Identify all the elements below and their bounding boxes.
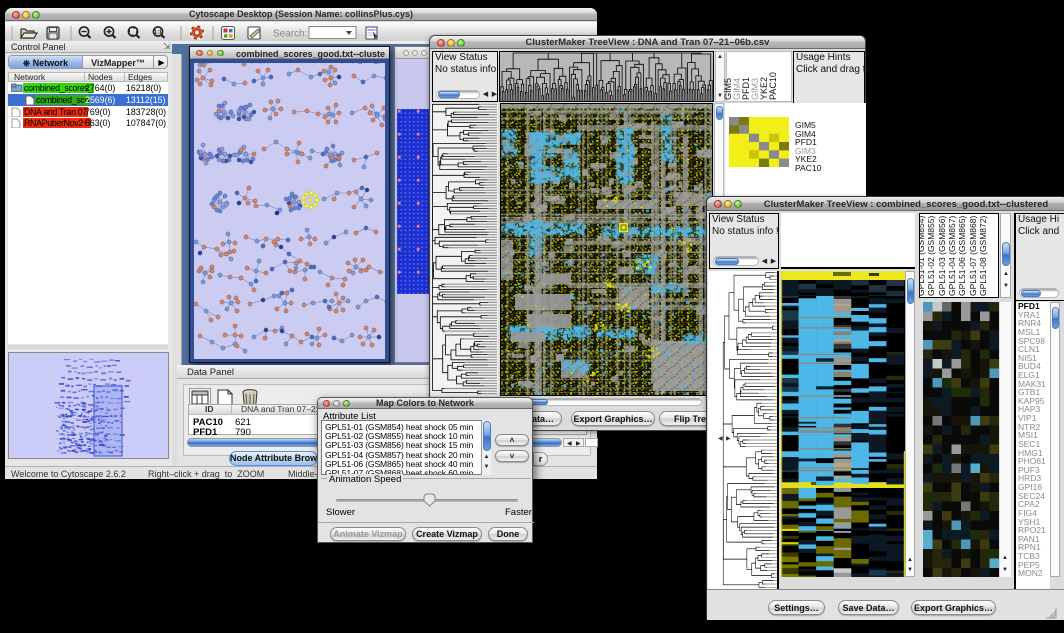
svg-text:Search:: Search: <box>273 29 307 40</box>
svg-text:1:1: 1:1 <box>154 30 162 36</box>
